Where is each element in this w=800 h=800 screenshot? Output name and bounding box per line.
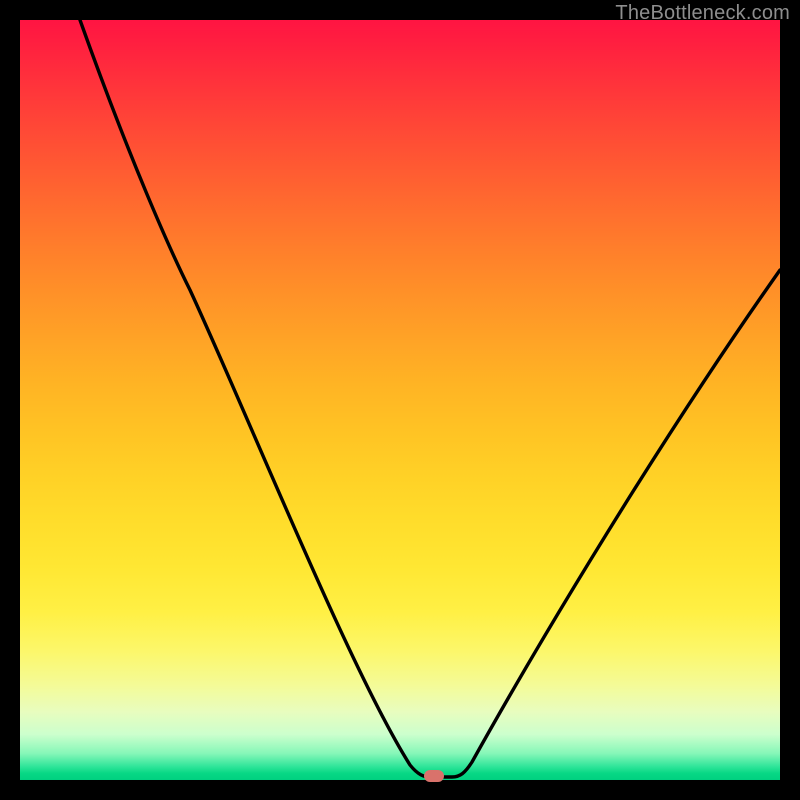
chart-stage: TheBottleneck.com (0, 0, 800, 800)
plot-area (20, 20, 780, 780)
bottleneck-curve (20, 20, 780, 780)
watermark-text: TheBottleneck.com (615, 2, 790, 25)
optimum-marker (424, 770, 444, 782)
